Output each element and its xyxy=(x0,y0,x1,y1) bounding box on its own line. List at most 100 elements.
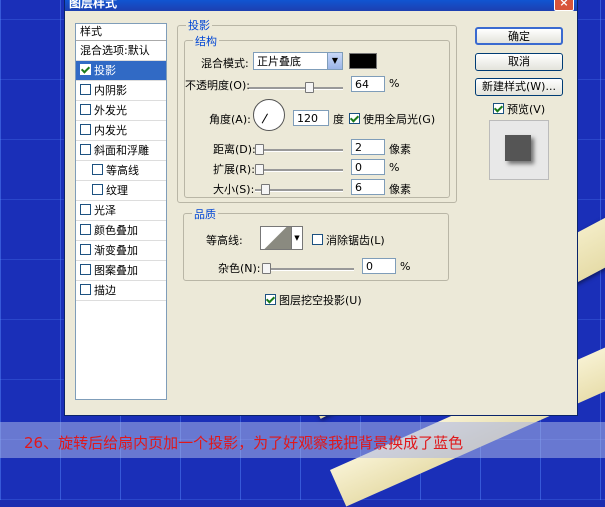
new-style-button[interactable]: 新建样式(W)... xyxy=(475,78,563,96)
checkbox-icon[interactable] xyxy=(80,64,91,75)
style-list-item-label: 纹理 xyxy=(106,184,128,197)
style-list-item-label: 颜色叠加 xyxy=(94,224,138,237)
style-list-item[interactable]: 渐变叠加 xyxy=(76,241,166,261)
spread-label: 扩展(R): xyxy=(213,163,255,176)
checkbox-icon[interactable] xyxy=(92,184,103,195)
chevron-down-icon[interactable]: ▼ xyxy=(291,226,303,250)
structure-group: 结构 混合模式: 正片叠底 ▼ 不透明度(O): 64 % 角度(A): 120… xyxy=(184,33,450,198)
styles-list: 样式 混合选项:默认 投影内阴影外发光内发光斜面和浮雕等高线纹理光泽颜色叠加渐变… xyxy=(75,23,167,400)
style-list-item-label: 描边 xyxy=(94,284,116,297)
checkbox-icon[interactable] xyxy=(80,204,91,215)
style-list-item[interactable]: 内发光 xyxy=(76,121,166,141)
dialog-titlebar[interactable]: 图层样式 × xyxy=(65,0,577,11)
dialog-title: 图层样式 xyxy=(69,0,118,10)
style-list-item[interactable]: 等高线 xyxy=(76,161,166,181)
checkbox-icon[interactable] xyxy=(80,224,91,235)
size-label: 大小(S): xyxy=(213,183,255,196)
distance-input[interactable]: 2 xyxy=(351,139,385,155)
opacity-unit: % xyxy=(389,77,400,90)
angle-dial[interactable] xyxy=(253,99,285,131)
size-slider-thumb[interactable] xyxy=(261,184,270,195)
knockout-checkbox[interactable]: 图层挖空投影(U) xyxy=(265,292,362,308)
style-list-item[interactable]: 颜色叠加 xyxy=(76,221,166,241)
noise-input[interactable]: 0 xyxy=(362,258,396,274)
spread-slider-thumb[interactable] xyxy=(255,164,264,175)
style-list-item-label: 外发光 xyxy=(94,104,127,117)
cancel-button[interactable]: 取消 xyxy=(475,53,563,71)
style-list-item[interactable]: 描边 xyxy=(76,281,166,301)
contour-preview[interactable] xyxy=(260,226,292,250)
checkbox-icon[interactable] xyxy=(80,104,91,115)
noise-slider-thumb[interactable] xyxy=(262,263,271,274)
shadow-color-swatch[interactable] xyxy=(349,53,377,69)
preview-label: 预览(V) xyxy=(507,103,546,116)
opacity-slider[interactable] xyxy=(249,82,343,93)
style-list-item-label: 渐变叠加 xyxy=(94,244,138,257)
style-list-item[interactable]: 光泽 xyxy=(76,201,166,221)
checkbox-icon[interactable] xyxy=(80,144,91,155)
style-list-item-label: 图案叠加 xyxy=(94,264,138,277)
checkbox-icon[interactable] xyxy=(80,284,91,295)
checkbox-icon[interactable] xyxy=(80,244,91,255)
style-list-item-label: 斜面和浮雕 xyxy=(94,144,149,157)
size-input[interactable]: 6 xyxy=(351,179,385,195)
distance-unit: 像素 xyxy=(389,143,411,156)
checkbox-icon xyxy=(312,234,323,245)
checkbox-icon xyxy=(349,113,360,124)
checkbox-icon[interactable] xyxy=(80,84,91,95)
blend-mode-label: 混合模式: xyxy=(201,57,249,70)
opacity-input[interactable]: 64 xyxy=(351,76,385,92)
checkbox-icon[interactable] xyxy=(80,264,91,275)
quality-group: 品质 等高线: ▼ 消除锯齿(L) 杂色(N): 0 % xyxy=(183,206,449,281)
style-list-item[interactable]: 斜面和浮雕 xyxy=(76,141,166,161)
preview-checkbox[interactable]: 预览(V) xyxy=(493,101,545,117)
checkbox-icon[interactable] xyxy=(92,164,103,175)
antialias-checkbox[interactable]: 消除锯齿(L) xyxy=(312,232,385,248)
spread-input[interactable]: 0 xyxy=(351,159,385,175)
global-light-checkbox[interactable]: 使用全局光(G) xyxy=(349,111,435,127)
style-list-item[interactable]: 图案叠加 xyxy=(76,261,166,281)
angle-label: 角度(A): xyxy=(209,113,251,126)
quality-title: 品质 xyxy=(192,206,218,222)
section-title: 投影 xyxy=(186,17,212,33)
contour-label: 等高线: xyxy=(206,234,243,247)
antialias-label: 消除锯齿(L) xyxy=(326,234,385,247)
blend-mode-select[interactable]: 正片叠底 ▼ xyxy=(253,52,343,70)
noise-unit: % xyxy=(400,260,411,273)
close-icon[interactable]: × xyxy=(554,0,574,11)
layer-style-dialog: 图层样式 × 样式 混合选项:默认 投影内阴影外发光内发光斜面和浮雕等高线纹理光… xyxy=(64,0,578,416)
size-slider[interactable] xyxy=(255,184,343,195)
spread-slider[interactable] xyxy=(255,164,343,175)
preview-square xyxy=(505,135,531,161)
style-list-item-label: 等高线 xyxy=(106,164,139,177)
distance-slider[interactable] xyxy=(255,144,343,155)
angle-unit: 度 xyxy=(333,113,344,126)
noise-label: 杂色(N): xyxy=(218,262,261,275)
global-light-label: 使用全局光(G) xyxy=(363,113,436,126)
style-list-item-label: 内发光 xyxy=(94,124,127,137)
size-unit: 像素 xyxy=(389,183,411,196)
styles-list-header: 样式 xyxy=(76,24,166,41)
spread-unit: % xyxy=(389,161,400,174)
knockout-label: 图层挖空投影(U) xyxy=(279,294,362,307)
checkbox-icon xyxy=(493,103,504,114)
style-list-item[interactable]: 外发光 xyxy=(76,101,166,121)
blend-mode-value: 正片叠底 xyxy=(257,55,301,68)
chevron-down-icon: ▼ xyxy=(327,53,342,69)
style-list-item-label: 投影 xyxy=(94,64,116,77)
checkbox-icon xyxy=(265,294,276,305)
ok-button[interactable]: 确定 xyxy=(475,27,563,45)
noise-slider[interactable] xyxy=(262,263,354,274)
structure-title: 结构 xyxy=(193,33,219,49)
angle-input[interactable]: 120 xyxy=(293,110,329,126)
opacity-slider-thumb[interactable] xyxy=(305,82,315,93)
style-list-item[interactable]: 纹理 xyxy=(76,181,166,201)
style-preview-thumbnail xyxy=(489,120,549,180)
distance-label: 距离(D): xyxy=(213,143,256,156)
blend-options-item[interactable]: 混合选项:默认 xyxy=(76,41,166,61)
style-list-item[interactable]: 内阴影 xyxy=(76,81,166,101)
distance-slider-thumb[interactable] xyxy=(255,144,264,155)
style-list-item[interactable]: 投影 xyxy=(76,61,166,81)
style-list-item-label: 光泽 xyxy=(94,204,116,217)
checkbox-icon[interactable] xyxy=(80,124,91,135)
